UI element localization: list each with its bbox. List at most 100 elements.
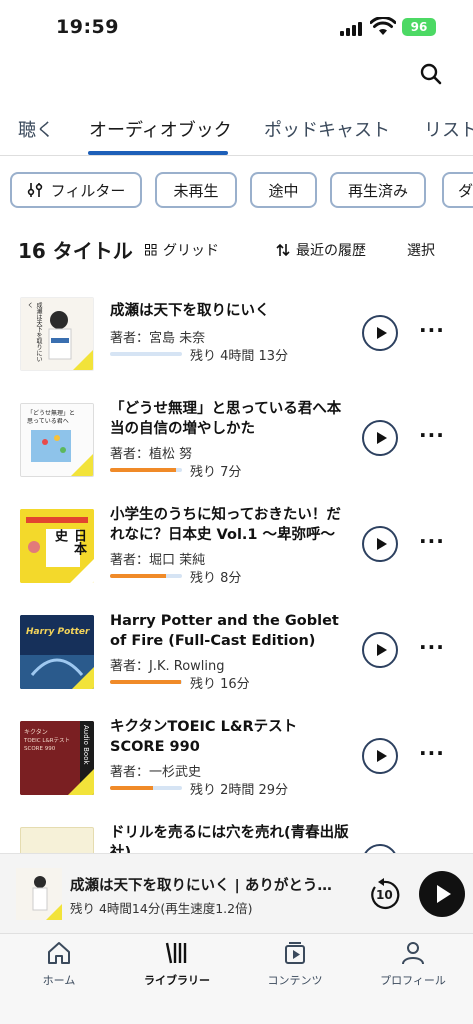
play-button[interactable]: [362, 315, 398, 351]
list-header: 16 タイトル グリッド 最近の履歴 選択: [0, 232, 473, 266]
progress-bar: [110, 468, 182, 472]
book-cover: Harry Potter: [20, 615, 94, 689]
chip-played-label: 再生済み: [347, 181, 408, 200]
tab-listen[interactable]: 聴く: [18, 116, 54, 142]
chip-download[interactable]: ダ: [442, 172, 473, 208]
more-options-button[interactable]: ···: [419, 318, 445, 342]
search-icon[interactable]: [419, 62, 443, 86]
more-options-button[interactable]: ···: [419, 741, 445, 765]
list-item[interactable]: キクタン TOEIC L&Rテスト SCORE 990 Audio Book キ…: [0, 709, 473, 815]
time-remaining: 残り 4時間 13分: [190, 349, 289, 364]
play-button[interactable]: [362, 738, 398, 774]
progress-bar: [110, 574, 182, 578]
grid-label: グリッド: [163, 243, 219, 259]
more-options-button[interactable]: ···: [419, 423, 445, 447]
book-title: ドリルを売るには穴を売れ(青春出版社): [110, 825, 349, 853]
book-title: Harry Potter and the Goblet of Fire (Ful…: [110, 613, 339, 649]
tab-profile[interactable]: プロフィール: [354, 940, 472, 988]
cover-title-text: 「どうせ無理」と思っている君へ: [27, 410, 76, 425]
book-cover: [20, 827, 94, 853]
battery-level: 96: [410, 20, 428, 34]
book-author: 著者：一杉武史: [110, 765, 202, 780]
skip-seconds: 10: [376, 888, 393, 902]
cover-title-text: 成瀬は天下を取りにいく: [26, 302, 42, 362]
mini-player[interactable]: 成瀬は天下を取りにいく | ありがとう… 残り 4時間14分(再生速度1.2倍)…: [0, 853, 473, 933]
mini-player-title: 成瀬は天下を取りにいく | ありがとう…: [70, 878, 332, 894]
time-remaining: 残り 2時間 29分: [190, 783, 289, 798]
select-button[interactable]: 選択: [407, 240, 435, 260]
cover-title-text: キクタン: [24, 729, 48, 736]
skip-back-button[interactable]: 10: [367, 878, 401, 912]
library-icon: [165, 942, 187, 964]
cover-title-text: 日本史: [52, 529, 86, 555]
tab-podcasts[interactable]: ポッドキャスト: [264, 116, 390, 142]
chip-unplayed[interactable]: 未再生: [155, 172, 237, 208]
book-cover: キクタン TOEIC L&Rテスト SCORE 990 Audio Book: [20, 721, 94, 795]
time-remaining: 残り 16分: [190, 677, 250, 692]
signal-icon: [340, 20, 364, 36]
cover-title-text: Harry Potter: [26, 627, 90, 637]
mini-player-cover: [16, 868, 62, 920]
time-remaining: 残り 7分: [190, 465, 242, 480]
list-item[interactable]: 成瀬は天下を取りにいく 成瀬は天下を取りにいく 著者：宮島 未奈 残り 4時間 …: [0, 285, 473, 391]
filter-chips: フィルター 未再生 途中 再生済み ダ: [0, 172, 473, 210]
chip-unplayed-label: 未再生: [173, 181, 219, 200]
book-cover: 日本史: [20, 509, 94, 583]
tab-library-label: ライブラリー: [144, 974, 210, 987]
filter-button[interactable]: フィルター: [10, 172, 142, 208]
time-remaining: 残り 8分: [190, 571, 242, 586]
wifi-icon: [370, 17, 396, 35]
tab-library[interactable]: ライブラリー: [118, 940, 236, 988]
play-button[interactable]: [362, 632, 398, 668]
book-title: キクタンTOEIC L&Rテスト SCORE 990: [110, 719, 298, 755]
chip-played[interactable]: 再生済み: [330, 172, 426, 208]
tab-audiobooks[interactable]: オーディオブック: [89, 116, 232, 142]
book-cover: 成瀬は天下を取りにいく: [20, 297, 94, 371]
list-item[interactable]: 「どうせ無理」と思っている君へ 「どうせ無理」と思っている君へ本当の自信の増やし…: [0, 391, 473, 497]
book-title: 「どうせ無理」と思っている君へ本当の自信の増やしかた: [110, 401, 342, 437]
book-author: 著者：植松 努: [110, 447, 193, 462]
filter-icon: [27, 183, 42, 197]
home-icon: [48, 942, 70, 964]
bottom-tab-bar: ホーム ライブラリー コンテンツ プロフィール: [0, 933, 473, 1024]
sort-button[interactable]: 最近の履歴: [276, 240, 366, 260]
more-options-button[interactable]: ···: [419, 635, 445, 659]
status-time: 19:59: [56, 16, 119, 38]
battery-indicator: 96: [402, 18, 436, 36]
mini-player-subtitle: 残り 4時間14分(再生速度1.2倍): [70, 901, 253, 916]
chip-in-progress[interactable]: 途中: [250, 172, 317, 208]
list-item[interactable]: 日本史 小学生のうちに知っておきたい！だれなに？日本史 Vol.1 〜卑弥呼〜 …: [0, 497, 473, 603]
filter-label: フィルター: [50, 181, 126, 200]
more-options-button[interactable]: ···: [419, 529, 445, 553]
book-title: 成瀬は天下を取りにいく: [110, 303, 270, 319]
mini-player-play-button[interactable]: [419, 871, 465, 917]
play-button[interactable]: [362, 420, 398, 456]
title-count: 16 タイトル: [18, 239, 133, 263]
grid-view-button[interactable]: グリッド: [145, 240, 219, 260]
cover-side-text: Audio Book: [82, 725, 90, 765]
sort-icon: [276, 243, 290, 257]
list-item[interactable]: ドリルを売るには穴を売れ(青春出版社): [0, 815, 473, 853]
tab-lists[interactable]: リスト: [424, 116, 473, 142]
profile-icon: [402, 942, 424, 965]
chip-in-progress-label: 途中: [268, 181, 299, 200]
grid-icon: [145, 244, 157, 256]
tab-home[interactable]: ホーム: [0, 940, 118, 988]
content-icon: [285, 942, 305, 964]
list-item[interactable]: Harry Potter Harry Potter and the Goblet…: [0, 603, 473, 709]
status-bar: 19:59 96: [0, 0, 473, 56]
book-cover: 「どうせ無理」と思っている君へ: [20, 403, 94, 477]
cover-subtitle-text: TOEIC L&Rテスト SCORE 990: [24, 738, 71, 752]
tab-profile-label: プロフィール: [380, 974, 446, 987]
tab-content[interactable]: コンテンツ: [236, 940, 354, 988]
book-author: 著者：堀口 茉純: [110, 553, 206, 568]
active-tab-indicator: [88, 151, 228, 155]
sort-label: 最近の履歴: [296, 243, 366, 259]
play-button[interactable]: [362, 844, 398, 853]
chip-download-label: ダ: [458, 181, 473, 200]
progress-bar: [110, 786, 182, 790]
play-button[interactable]: [362, 526, 398, 562]
tab-content-label: コンテンツ: [267, 974, 323, 987]
library-tabs: 聴く オーディオブック ポッドキャスト リスト: [0, 108, 473, 156]
tab-home-label: ホーム: [42, 974, 76, 987]
